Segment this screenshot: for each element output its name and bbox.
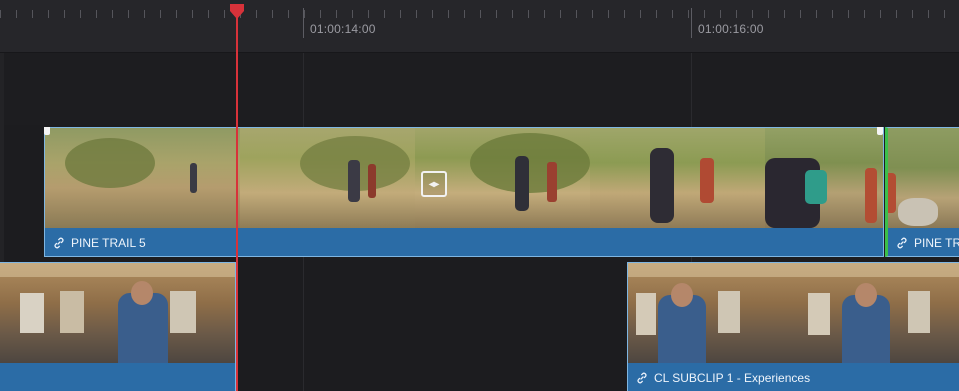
thumbnail-frame — [798, 263, 959, 363]
timecode-ruler[interactable]: 01:00:14:00 01:00:16:00 — [0, 0, 959, 53]
clip-label: PINE TRAIL 5 — [53, 236, 146, 250]
clip-thumbnails — [45, 128, 883, 228]
clip-thumbnails — [888, 128, 959, 228]
ruler-major-tick — [303, 8, 304, 38]
clip-cl-subclip-left[interactable] — [0, 262, 236, 391]
clip-name: CL SUBCLIP 1 - Experiences — [654, 371, 811, 385]
track-v3-empty — [0, 53, 959, 125]
thumbnail-frame — [628, 263, 798, 363]
thumbnail-frame — [240, 128, 415, 228]
clip-thumbnails — [0, 263, 235, 363]
thumbnail-frame — [590, 128, 765, 228]
clip-label: CL SUBCLIP 1 - Experiences — [636, 371, 810, 385]
clip-cl-subclip-1-experiences[interactable]: CL SUBCLIP 1 - Experiences — [627, 262, 959, 391]
trim-handle-left[interactable] — [44, 127, 50, 135]
ruler-major-tick — [691, 8, 692, 38]
timecode-label: 01:00:16:00 — [698, 22, 764, 36]
timecode-label: 01:00:14:00 — [310, 22, 376, 36]
clip-pine-trail-5[interactable]: PINE TRAIL 5 — [44, 127, 884, 257]
playhead-line[interactable] — [236, 10, 238, 391]
thumbnail-frame — [765, 128, 883, 228]
link-icon — [897, 237, 907, 249]
clip-thumbnails — [628, 263, 959, 363]
trim-icon[interactable]: ◂▸ — [421, 171, 447, 197]
trim-handle-right[interactable] — [877, 127, 883, 135]
clip-label: PINE TR — [896, 236, 959, 250]
timeline-viewport[interactable]: 01:00:14:00 01:00:16:00 PINE TRAIL 5 ◂▸ … — [0, 0, 959, 391]
clip-name: PINE TR — [914, 236, 959, 250]
thumbnail-frame — [45, 128, 240, 228]
clip-name: PINE TRAIL 5 — [71, 236, 146, 250]
link-icon — [637, 372, 647, 384]
playhead-icon[interactable] — [229, 4, 245, 20]
link-icon — [54, 237, 64, 249]
ruler-ticks — [0, 0, 959, 22]
clip-pine-trail-next[interactable]: PINE TR — [885, 127, 959, 257]
